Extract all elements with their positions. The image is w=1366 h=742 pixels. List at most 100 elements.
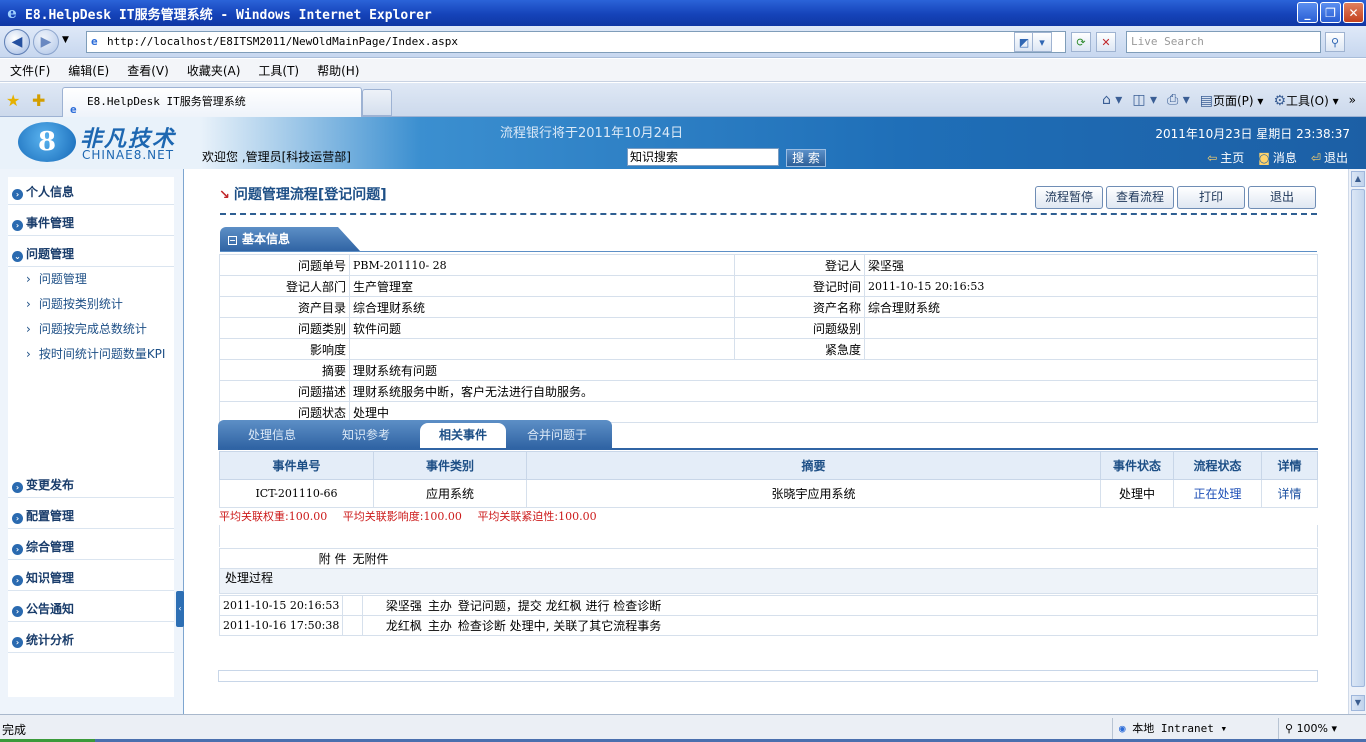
basic-info-table: 问题单号 PBM-201110- 28 登记人 梁坚强 登记人部门 生产管理室 … [219, 254, 1318, 423]
tab-process-info[interactable]: 处理信息 [248, 426, 296, 443]
security-zone[interactable]: ◉ 本地 Intranet ▾ [1112, 718, 1227, 740]
sidebar-item-personal-info[interactable]: › 个人信息 [8, 179, 174, 205]
stop-icon[interactable]: ✕ [1096, 32, 1116, 52]
menu-file[interactable]: 文件(F) [10, 62, 50, 79]
value-problem-level [864, 317, 1318, 339]
view-flow-button[interactable]: 查看流程 [1106, 186, 1174, 209]
logout-link[interactable]: ⏎ 退出 [1311, 149, 1348, 166]
tab-related-events[interactable]: 相关事件 [420, 423, 506, 448]
scroll-thumb[interactable] [1351, 189, 1365, 687]
detail-tab-strip: 处理信息 知识参考 相关事件 合并问题于 [218, 420, 612, 448]
message-link[interactable]: ◙ 消息 [1258, 149, 1297, 166]
menu-edit[interactable]: 编辑(E) [68, 62, 109, 79]
menu-favorites[interactable]: 收藏夹(A) [187, 62, 241, 79]
col-event-type: 事件类别 [373, 451, 527, 480]
forward-button[interactable]: ▶ [33, 29, 59, 55]
chevron-more-icon[interactable]: » [1349, 93, 1356, 107]
history-dropdown-icon[interactable]: ▼ [62, 35, 69, 45]
tools-menu[interactable]: ⚙工具(O) ▾ [1273, 92, 1338, 109]
add-favorite-icon[interactable]: ✚ [32, 91, 45, 110]
info-row: 资产目录 综合理财系统 资产名称 综合理财系统 [219, 296, 1318, 318]
basic-info-section-tab[interactable]: − 基本信息 [220, 227, 360, 251]
sidebar-sub-by-total[interactable]: › 问题按完成总数统计 [8, 317, 174, 342]
sidebar-item-announcement[interactable]: › 公告通知 [8, 596, 174, 622]
search-icon[interactable]: ⚲ [1325, 32, 1345, 52]
tab-knowledge-ref[interactable]: 知识参考 [342, 426, 390, 443]
col-event-no: 事件单号 [219, 451, 374, 480]
print-button[interactable]: 打印 [1177, 186, 1245, 209]
favorites-star-icon[interactable]: ★ [6, 91, 20, 110]
sidebar-item-config[interactable]: › 配置管理 [8, 503, 174, 529]
expand-circle-icon: › [12, 544, 23, 555]
zoom-icon: ⚲ [1285, 722, 1294, 735]
info-row: 影响度 紧急度 [219, 338, 1318, 360]
knowledge-search-button[interactable]: 搜 索 [786, 149, 826, 167]
app-header: 8 非凡技术 CHINAE8.NET 欢迎您 ,管理员[科技运营部] 流程银行将… [0, 117, 1366, 169]
sidebar-sub-kpi[interactable]: › 按时间统计问题数量KPI [8, 342, 174, 367]
new-tab-button[interactable] [362, 89, 392, 116]
welcome-text: 欢迎您 ,管理员[科技运营部] [202, 150, 351, 164]
sidebar-item-incident[interactable]: › 事件管理 [8, 210, 174, 236]
info-row: 问题描述 理财系统服务中断，客户无法进行自助服务。 [219, 380, 1318, 402]
address-input[interactable]: e http://localhost/E8ITSM2011/NewOldMain… [86, 31, 1066, 53]
compat-view-icon[interactable]: ◩ [1014, 32, 1034, 52]
address-dropdown-icon[interactable]: ▾ [1032, 32, 1052, 52]
sidebar-item-change[interactable]: › 变更发布 [8, 472, 174, 498]
expand-circle-icon: › [12, 220, 23, 231]
expand-circle-icon: › [12, 482, 23, 493]
scroll-down-icon[interactable]: ▼ [1351, 695, 1365, 711]
zoom-control[interactable]: ⚲ 100% ▾ [1278, 718, 1337, 740]
close-window-button[interactable]: ✕ [1343, 2, 1364, 23]
sidebar-item-statistics[interactable]: › 统计分析 [8, 627, 174, 653]
menu-view[interactable]: 查看(V) [127, 62, 169, 79]
menu-tools[interactable]: 工具(T) [258, 62, 299, 79]
refresh-icon[interactable]: ⟳ [1071, 32, 1091, 52]
cell-process-action: 检查诊断 处理中, 关联了其它流程事务 [454, 615, 1318, 636]
pause-flow-button[interactable]: 流程暂停 [1035, 186, 1103, 209]
sidebar-item-problem[interactable]: ⌄ 问题管理 [8, 241, 174, 267]
scroll-up-icon[interactable]: ▲ [1351, 171, 1365, 187]
knowledge-search-input[interactable]: 知识搜索 [627, 148, 779, 166]
avg-weight-value: 100.00 [288, 510, 328, 523]
label-description: 问题描述 [219, 380, 350, 402]
cell-process-role: 主办 [424, 595, 455, 616]
sidebar-item-general[interactable]: › 综合管理 [8, 534, 174, 560]
chevron-right-icon: › [26, 322, 31, 336]
page-menu-icon: ▤ [1199, 92, 1213, 109]
sidebar-item-knowledge[interactable]: › 知识管理 [8, 565, 174, 591]
browser-tab-active[interactable]: e E8.HelpDesk IT服务管理系统 [62, 87, 362, 117]
cell-detail-link[interactable]: 详情 [1261, 479, 1318, 508]
vertical-scrollbar[interactable]: ▲ ▼ [1348, 169, 1366, 714]
home-link-label: 主页 [1220, 151, 1245, 165]
sidebar-item-label: 统计分析 [26, 633, 75, 647]
minimize-button[interactable]: _ [1297, 2, 1318, 23]
exit-button[interactable]: 退出 [1248, 186, 1316, 209]
page-menu[interactable]: ▤页面(P) ▾ [1200, 92, 1264, 109]
value-asset-dir: 综合理财系统 [349, 296, 735, 318]
attachment-table: 附 件 无附件 [219, 548, 1318, 569]
menu-help[interactable]: 帮助(H) [317, 62, 359, 79]
cell-process-blank [342, 615, 364, 636]
label-impact: 影响度 [219, 338, 350, 360]
cell-process-role: 主办 [424, 615, 455, 636]
e8-logo-icon: 8 [18, 122, 76, 162]
cell-process-action: 登记问题，提交 龙红枫 进行 检查诊断 [454, 595, 1318, 616]
home-icon[interactable]: ⌂ ▾ [1102, 92, 1122, 108]
maximize-button[interactable]: ❐ [1320, 2, 1341, 23]
home-link[interactable]: ⇦ 主页 [1207, 149, 1244, 166]
label-problem-type: 问题类别 [219, 317, 350, 339]
sidebar-collapse-handle[interactable]: ‹ [176, 591, 184, 627]
sidebar-item-label: 变更发布 [26, 478, 75, 492]
tab-merge-problem[interactable]: 合并问题于 [527, 426, 587, 443]
address-toolbar: ◀ ▶ ▼ e http://localhost/E8ITSM2011/NewO… [0, 26, 1366, 58]
cell-flow-status-link[interactable]: 正在处理 [1173, 479, 1262, 508]
back-button[interactable]: ◀ [4, 29, 30, 55]
sidebar-sub-problem-manage[interactable]: › 问题管理 [8, 267, 174, 292]
spacer-block [219, 525, 1318, 547]
feeds-icon[interactable]: ◫ ▾ [1132, 92, 1157, 108]
expand-circle-icon: › [12, 575, 23, 586]
cell-process-blank [362, 615, 383, 636]
live-search-input[interactable]: Live Search [1126, 31, 1321, 53]
sidebar-sub-by-category[interactable]: › 问题按类别统计 [8, 292, 174, 317]
print-icon[interactable]: ⎙ ▾ [1167, 92, 1190, 108]
